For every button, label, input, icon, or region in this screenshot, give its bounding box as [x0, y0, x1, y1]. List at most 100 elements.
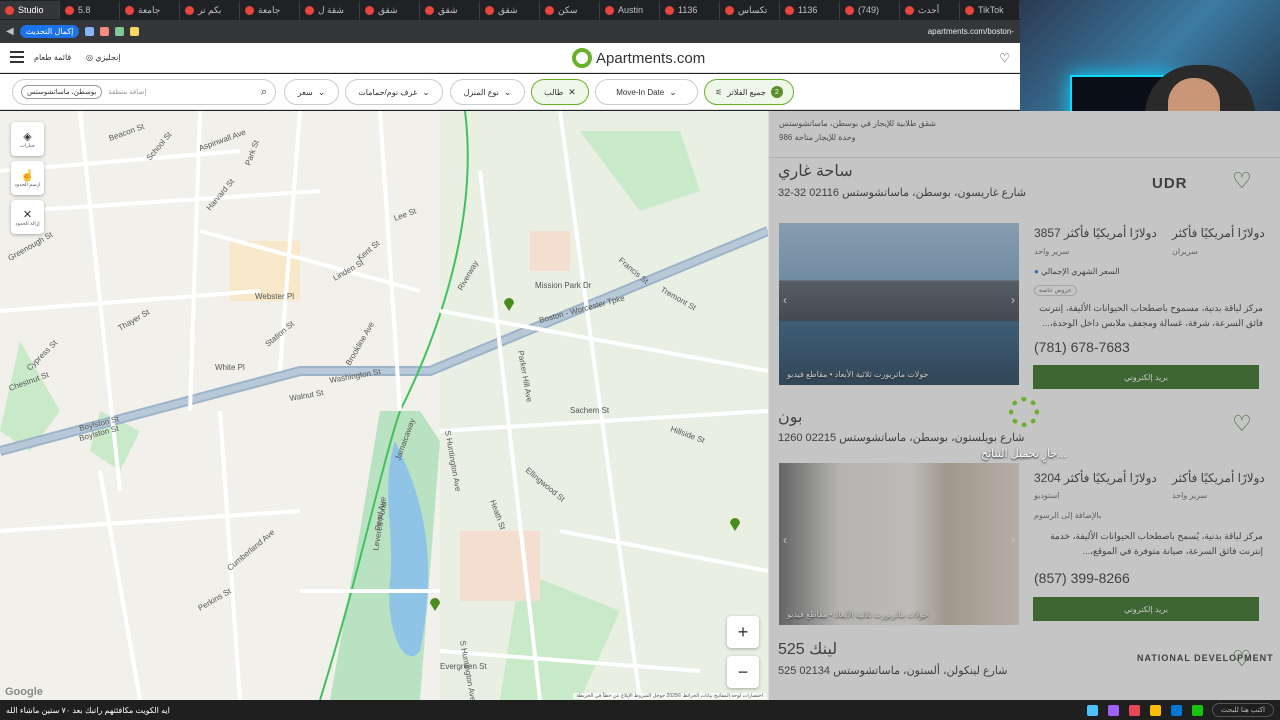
browser-tab[interactable]: 5.8: [60, 1, 120, 19]
browser-tab[interactable]: بكم تر: [180, 1, 240, 19]
tab-label: جامعة: [138, 4, 161, 15]
app-icon[interactable]: [1191, 704, 1203, 716]
extension-icon[interactable]: [115, 27, 125, 36]
search-input[interactable]: إضافة منطقة: [108, 88, 255, 96]
tab-label: Austin: [618, 5, 644, 15]
browser-tab[interactable]: جامعة: [120, 1, 180, 19]
chrome-icon[interactable]: [1149, 704, 1161, 716]
language-label: إنجليزي: [95, 53, 121, 62]
taskbar-icons: [1086, 704, 1203, 716]
extension-icon[interactable]: [130, 27, 140, 36]
browser-toolbar: ◀ إكمال التحديث apartments.com/boston-: [0, 20, 1020, 43]
zoom-in-button[interactable]: +: [727, 616, 759, 648]
tab-favicon-icon: [905, 5, 914, 15]
map-attribution[interactable]: اختصارات لوحة المفاتيح بيانات الخرائط ©2…: [573, 693, 766, 699]
move-in-label: Move-In Date: [616, 87, 665, 97]
app-icon[interactable]: [1128, 704, 1140, 716]
tab-favicon-icon: [125, 5, 134, 15]
draw-boundary-tool[interactable]: ☝ ارسم الحدود: [11, 161, 44, 195]
tab-favicon-icon: [65, 5, 74, 15]
tab-label: سكن: [558, 4, 578, 15]
tab-favicon-icon: [185, 5, 194, 15]
price-filter[interactable]: سعر ⌄: [284, 79, 339, 105]
tab-favicon-icon: [785, 5, 794, 15]
street-label: Mission Park Dr: [535, 281, 592, 290]
map-canvas[interactable]: Washington StBoylston StBoston - Worcest…: [0, 111, 768, 700]
tab-favicon-icon: [485, 5, 494, 15]
tab-label: شقق: [498, 4, 518, 15]
listings-panel[interactable]: شقق طلابية للإيجار في بوسطن، ماساتشوستس …: [768, 111, 1280, 700]
price-filter-label: سعر: [297, 87, 313, 97]
windows-icon[interactable]: [1086, 704, 1098, 716]
beds-baths-filter[interactable]: غرف نوم/حمامات ⌄: [345, 79, 443, 105]
tab-label: تكساس: [738, 4, 768, 15]
home-type-label: نوع المنزل: [463, 87, 499, 97]
browser-tab[interactable]: شقق: [420, 1, 480, 19]
extension-icon[interactable]: [85, 27, 95, 36]
layers-icon: ◈: [23, 130, 32, 143]
browser-tab[interactable]: Studio: [0, 1, 60, 19]
browser-tab[interactable]: شقق: [480, 1, 540, 19]
student-filter[interactable]: طالب ✕: [531, 79, 589, 105]
tab-label: شقة ل: [318, 4, 344, 15]
browser-tab[interactable]: شقة ل: [300, 1, 360, 19]
zoom-out-button[interactable]: −: [727, 656, 759, 688]
browser-tab[interactable]: شقق: [360, 1, 420, 19]
logo-text: Apartments.com: [596, 49, 706, 67]
tab-favicon-icon: [605, 5, 614, 15]
tab-label: شقق: [438, 4, 458, 15]
tab-label: 5.8: [78, 5, 91, 15]
home-type-filter[interactable]: نوع المنزل ⌄: [450, 79, 525, 105]
browser-tab[interactable]: جامعة: [240, 1, 300, 19]
browser-tab[interactable]: تكساس: [720, 1, 780, 19]
browser-tab[interactable]: أحدث: [900, 1, 960, 19]
app-icon[interactable]: [1107, 704, 1119, 716]
browser-tab[interactable]: 1136: [660, 1, 720, 19]
chevron-down-icon: ⌄: [422, 86, 430, 97]
browser-tab[interactable]: سكن: [540, 1, 600, 19]
search-icon[interactable]: ⌕: [261, 86, 267, 99]
menu-label[interactable]: قائمة طعام: [34, 53, 71, 62]
remove-boundary-tool[interactable]: ✕ إزالة الحدود: [11, 200, 44, 234]
draw-tool-label: ارسم الحدود: [14, 181, 41, 188]
map-view[interactable]: Washington St Boylston St Boston - Worcest…: [0, 111, 768, 700]
url-field[interactable]: apartments.com/boston-: [928, 27, 1014, 36]
browser-tab[interactable]: Austin: [600, 1, 660, 19]
google-logo: Google: [5, 686, 43, 698]
location-search[interactable]: بوسطن، ماساتشوستس إضافة منطقة ⌕: [12, 79, 276, 105]
tab-label: (749): [858, 5, 880, 15]
student-filter-label: طالب: [544, 87, 564, 97]
back-icon[interactable]: ◀: [6, 26, 14, 37]
browser-tab[interactable]: 1136: [780, 1, 840, 19]
news-ticker[interactable]: ايه الكويت مكافئتهم راتبك بعد ٧٠ ستين ما…: [6, 706, 170, 715]
app-icon[interactable]: [1170, 704, 1182, 716]
taskbar-search[interactable]: اكتب هنا للبحث: [1211, 703, 1274, 717]
language-link[interactable]: ◎ إنجليزي: [86, 53, 121, 62]
tab-favicon-icon: [665, 5, 674, 15]
close-icon[interactable]: ✕: [568, 87, 576, 98]
tab-favicon-icon: [425, 5, 434, 15]
move-in-date-filter[interactable]: Move-In Date ⌄: [595, 79, 698, 105]
tab-label: بكم تر: [198, 4, 222, 15]
site-header: قائمة طعام ◎ إنجليزي Apartments.com ♡: [0, 43, 1020, 73]
browser-tab[interactable]: (749): [840, 1, 900, 19]
tab-label: 1136: [678, 5, 698, 15]
tab-favicon-icon: [5, 5, 14, 15]
filter-count-badge: 2: [770, 86, 783, 98]
beds-baths-label: غرف نوم/حمامات: [358, 87, 418, 97]
close-icon: ✕: [22, 208, 33, 221]
apartments-logo[interactable]: Apartments.com: [572, 48, 705, 68]
heart-icon[interactable]: ♡: [999, 51, 1010, 65]
layers-tool[interactable]: ◈ جبارات: [11, 122, 44, 156]
update-button[interactable]: إكمال التحديث: [19, 25, 80, 38]
loading-overlay: جارٍ تحميل النتائج...: [769, 111, 1280, 700]
tab-favicon-icon: [545, 5, 554, 15]
menu-icon[interactable]: [10, 51, 24, 63]
location-chip[interactable]: بوسطن، ماساتشوستس: [21, 85, 103, 99]
draw-icon: ☝: [20, 169, 35, 182]
browser-tab[interactable]: TikTok: [960, 1, 1020, 19]
extension-icon[interactable]: [100, 27, 110, 36]
chevron-down-icon: ⌄: [503, 86, 512, 97]
tab-label: شقق: [378, 4, 398, 15]
all-filters-button[interactable]: ⚟ جميع الفلاتر 2: [704, 79, 794, 105]
